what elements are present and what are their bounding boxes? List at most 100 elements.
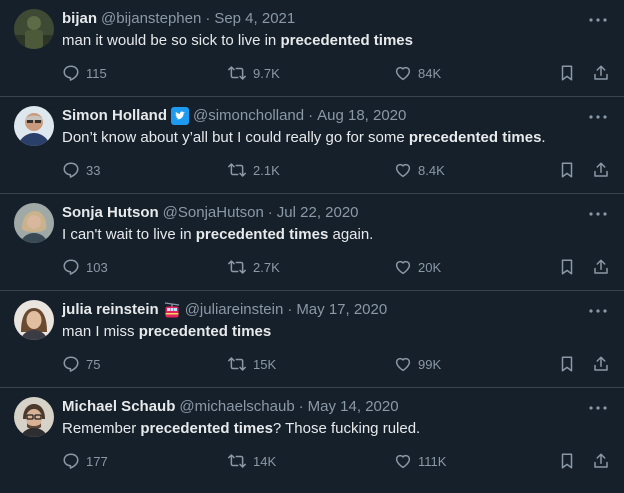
bookmark-button[interactable]: [559, 256, 575, 278]
reply-count: 103: [86, 259, 108, 275]
tweet-actions: 75 15K 99K: [62, 353, 612, 375]
share-button[interactable]: [592, 353, 610, 375]
reply-button[interactable]: 103: [62, 256, 108, 278]
author-name[interactable]: Michael Schaub: [62, 397, 175, 417]
more-options-icon[interactable]: [588, 301, 608, 321]
retweet-count: 2.7K: [253, 259, 280, 275]
reply-icon: [63, 453, 79, 469]
bookmark-button[interactable]: [559, 159, 575, 181]
bookmark-icon: [561, 356, 573, 372]
separator-dot: ·: [308, 107, 314, 124]
like-button[interactable]: 20K: [394, 256, 441, 278]
separator-dot: ·: [205, 10, 211, 27]
reply-button[interactable]: 75: [62, 353, 100, 375]
like-button[interactable]: 8.4K: [394, 159, 445, 181]
tweet-date[interactable]: May 17, 2020: [296, 300, 387, 320]
tweet-header: bijan @bijanstephen · Sep 4, 2021: [62, 9, 295, 29]
avatar[interactable]: [14, 203, 54, 243]
author-name[interactable]: julia reinstein: [62, 300, 159, 320]
author-name[interactable]: Sonja Hutson: [62, 203, 159, 223]
share-icon: [594, 453, 608, 468]
retweet-button[interactable]: 9.7K: [227, 62, 280, 84]
author-handle[interactable]: @simoncholland: [193, 106, 304, 126]
avatar[interactable]: [14, 106, 54, 146]
author-handle[interactable]: @michaelschaub: [179, 397, 294, 417]
author-handle[interactable]: @SonjaHutson: [163, 203, 264, 223]
avatar[interactable]: [14, 9, 54, 49]
like-count: 111K: [418, 453, 447, 469]
share-icon: [594, 259, 608, 274]
reply-count: 33: [86, 162, 101, 178]
retweet-icon: [228, 454, 246, 468]
reply-button[interactable]: 33: [62, 159, 100, 181]
author-name[interactable]: bijan: [62, 9, 97, 29]
heart-icon: [395, 357, 411, 372]
separator-dot: ·: [298, 398, 304, 415]
retweet-icon: [228, 260, 246, 274]
author-name[interactable]: Simon Holland: [62, 106, 167, 126]
share-button[interactable]: [592, 62, 610, 84]
bookmark-button[interactable]: [559, 450, 575, 472]
like-count: 8.4K: [418, 162, 445, 178]
tweet-date[interactable]: Jul 22, 2020: [277, 203, 359, 223]
bookmark-button[interactable]: [559, 62, 575, 84]
retweet-button[interactable]: 14K: [227, 450, 276, 472]
retweet-count: 9.7K: [253, 65, 280, 81]
tweet-header: Michael Schaub @michaelschaub · May 14, …: [62, 397, 399, 417]
tweet-text: man it would be so sick to live in prece…: [62, 32, 413, 49]
tweet[interactable]: Simon Holland @simoncholland · Aug 18, 2…: [0, 97, 624, 194]
like-button[interactable]: 84K: [394, 62, 441, 84]
avatar[interactable]: [14, 397, 54, 437]
tweet-feed: bijan @bijanstephen · Sep 4, 2021 man it…: [0, 0, 624, 493]
tweet-actions: 177 14K 111K: [62, 450, 612, 472]
tweet[interactable]: julia reinstein @juliareinstein · May 17…: [0, 291, 624, 388]
reply-count: 75: [86, 356, 101, 372]
reply-button[interactable]: 115: [62, 62, 107, 84]
like-button[interactable]: 111K: [394, 450, 446, 472]
tweet-text: man I miss precedented times: [62, 323, 272, 340]
avatar[interactable]: [14, 300, 54, 340]
tweet-header: Simon Holland @simoncholland · Aug 18, 2…: [62, 106, 406, 126]
tweet-date[interactable]: Aug 18, 2020: [317, 106, 406, 126]
like-button[interactable]: 99K: [394, 353, 441, 375]
retweet-button[interactable]: 2.1K: [227, 159, 280, 181]
reply-icon: [63, 162, 79, 178]
more-options-icon[interactable]: [588, 398, 608, 418]
share-icon: [594, 65, 608, 80]
more-options-icon[interactable]: [588, 204, 608, 224]
heart-icon: [395, 454, 411, 469]
reply-icon: [63, 356, 79, 372]
share-button[interactable]: [592, 450, 610, 472]
twitter-bird-icon: [171, 107, 189, 125]
share-button[interactable]: [592, 256, 610, 278]
share-icon: [594, 356, 608, 371]
reply-icon: [63, 65, 79, 81]
like-count: 20K: [418, 259, 442, 275]
tweet-text: Don’t know about y’all but I could reall…: [62, 129, 546, 146]
more-options-icon[interactable]: [588, 10, 608, 30]
author-handle[interactable]: @juliareinstein: [185, 300, 284, 320]
reply-icon: [63, 259, 79, 275]
tweet-header: Sonja Hutson @SonjaHutson · Jul 22, 2020: [62, 203, 359, 223]
reply-button[interactable]: 177: [62, 450, 108, 472]
bookmark-icon: [561, 453, 573, 469]
tweet[interactable]: Michael Schaub @michaelschaub · May 14, …: [0, 388, 624, 493]
bookmark-button[interactable]: [559, 353, 575, 375]
retweet-count: 14K: [253, 453, 277, 469]
tweet[interactable]: bijan @bijanstephen · Sep 4, 2021 man it…: [0, 0, 624, 97]
reply-count: 177: [86, 453, 108, 469]
bookmark-icon: [561, 65, 573, 81]
like-count: 99K: [418, 356, 442, 372]
author-handle[interactable]: @bijanstephen: [101, 9, 201, 29]
share-button[interactable]: [592, 159, 610, 181]
tweet-text: Remember precedented times? Those fuckin…: [62, 420, 421, 437]
more-options-icon[interactable]: [588, 107, 608, 127]
retweet-button[interactable]: 15K: [227, 353, 276, 375]
tweet-text: I can't wait to live in precedented time…: [62, 226, 374, 243]
tweet-date[interactable]: Sep 4, 2021: [214, 9, 295, 29]
tweet-date[interactable]: May 14, 2020: [308, 397, 399, 417]
tweet-actions: 33 2.1K 8.4K: [62, 159, 612, 181]
tweet[interactable]: Sonja Hutson @SonjaHutson · Jul 22, 2020…: [0, 194, 624, 291]
retweet-button[interactable]: 2.7K: [227, 256, 280, 278]
tweet-header: julia reinstein @juliareinstein · May 17…: [62, 300, 387, 320]
